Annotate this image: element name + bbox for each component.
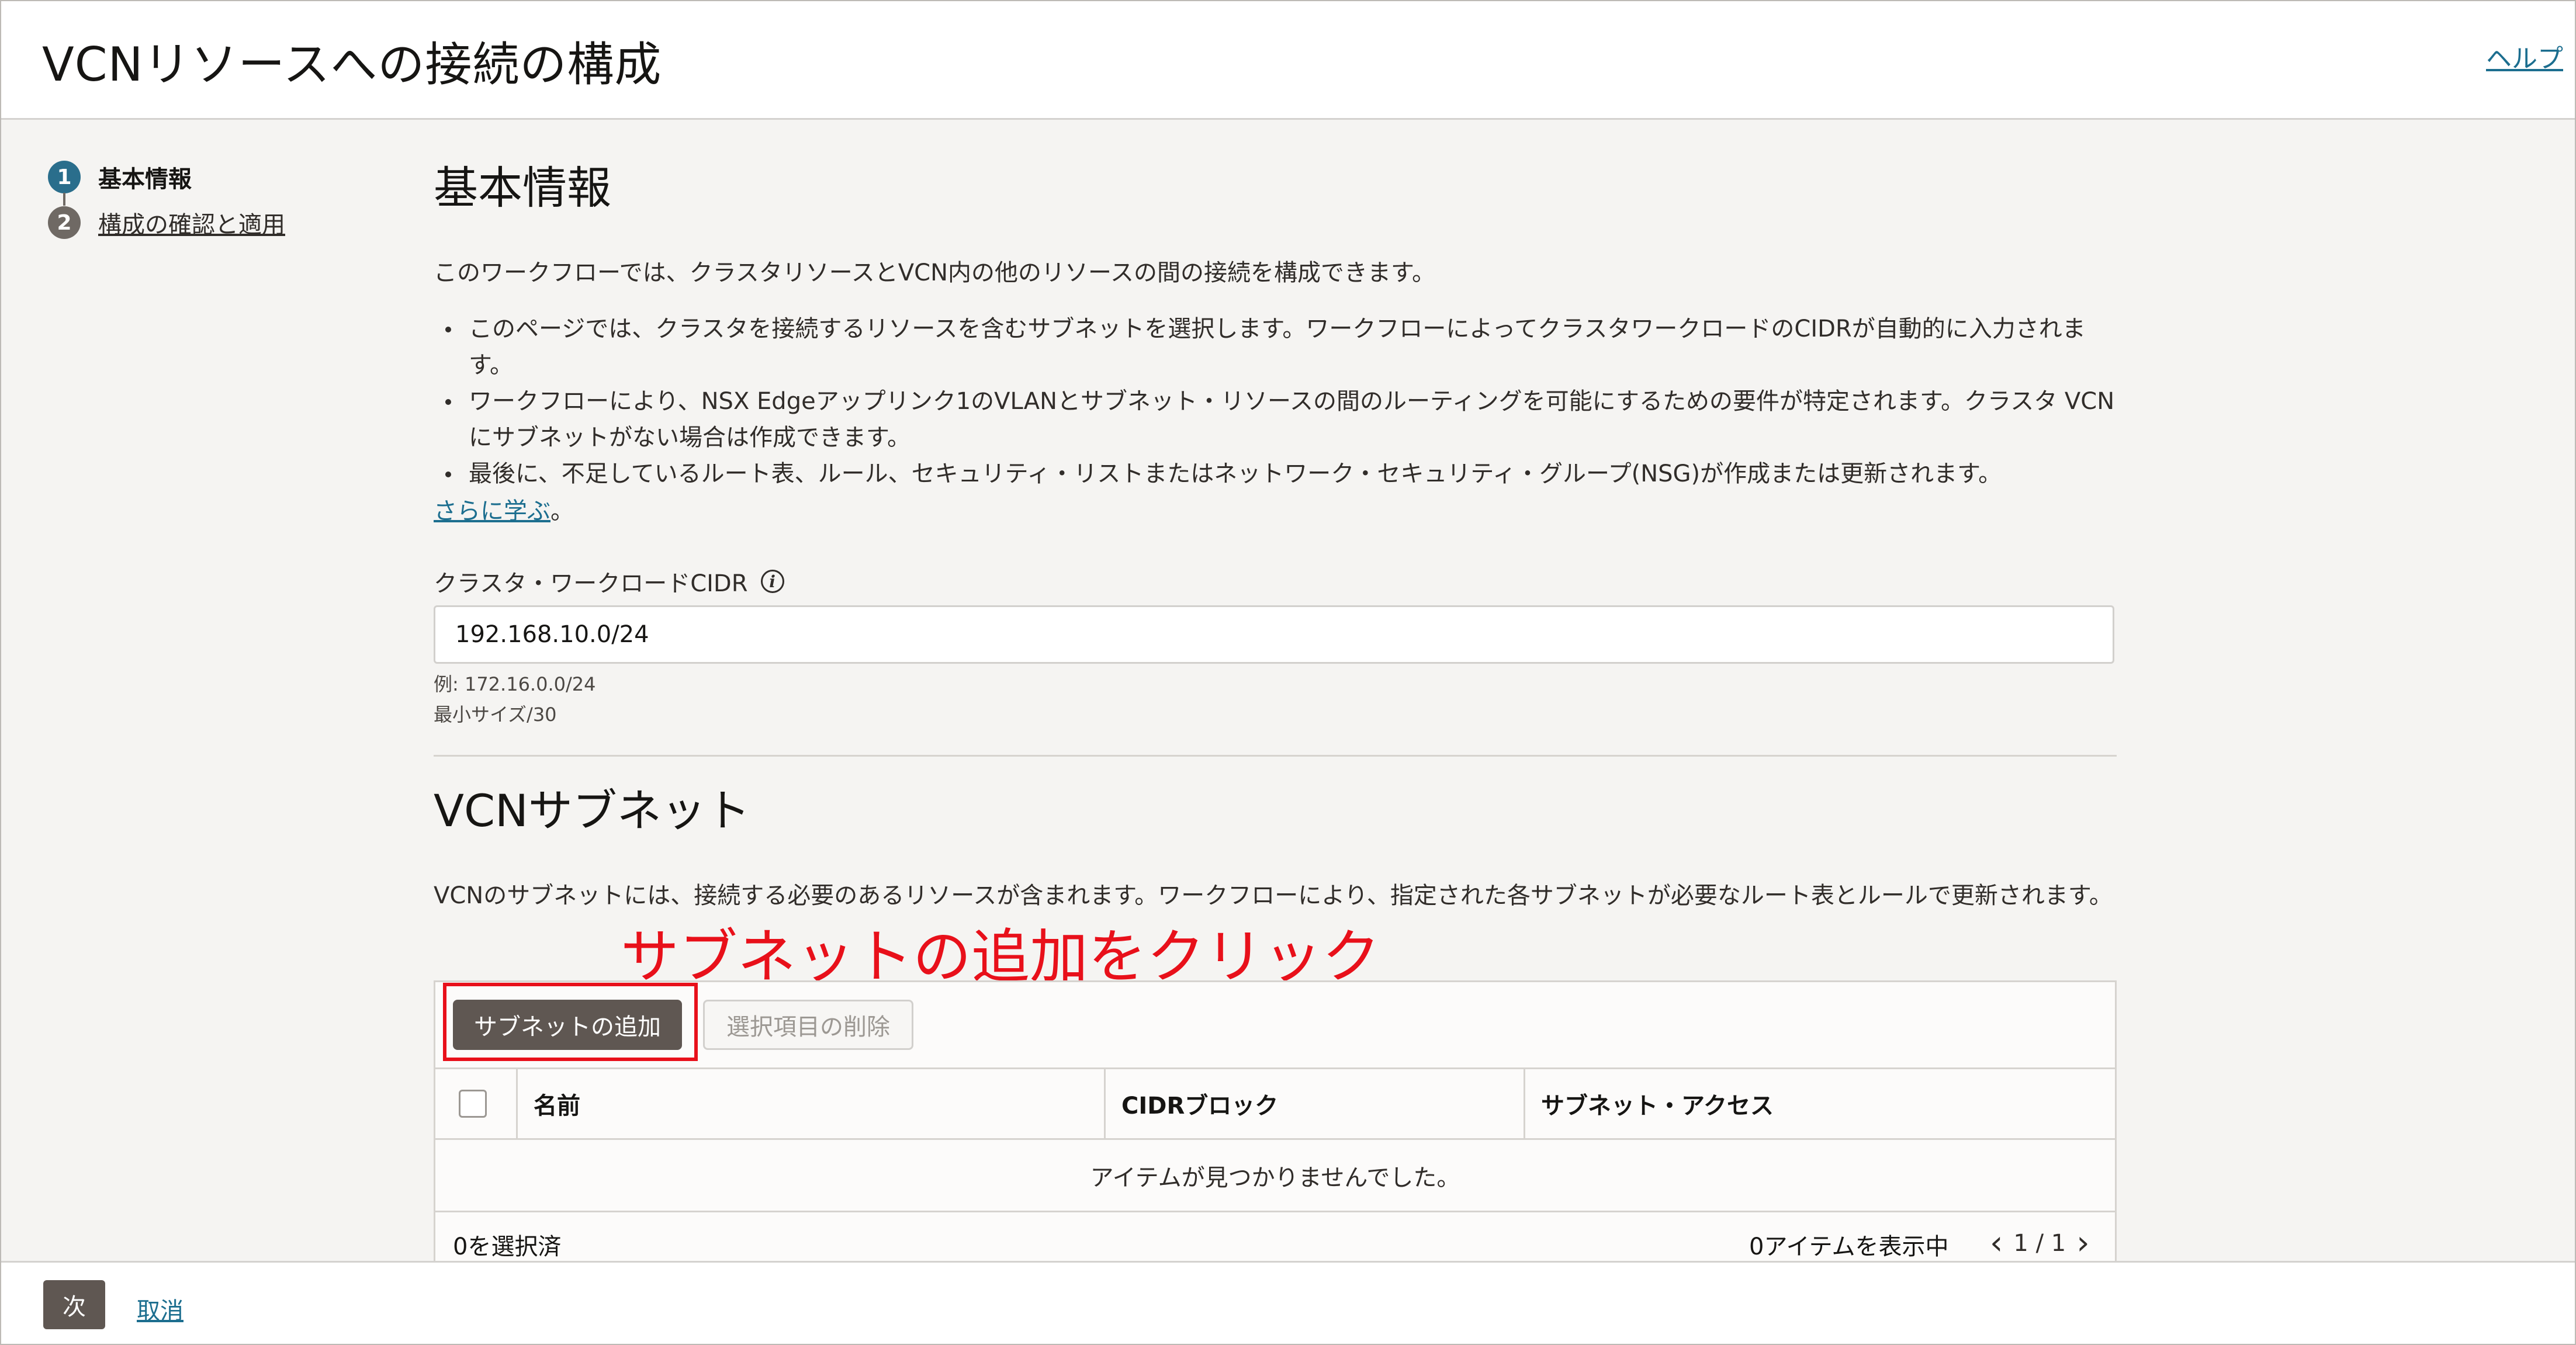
step-2-indicator: 2	[48, 206, 81, 239]
basic-info-heading: 基本情報	[434, 162, 611, 214]
step-review-apply[interactable]: 2 構成の確認と適用	[48, 200, 285, 245]
info-bullets: このページでは、クラスタを接続するリソースを含むサブネットを選択します。ワークフ…	[434, 311, 2128, 492]
step-1-label: 基本情報	[98, 166, 192, 193]
column-separator	[1104, 1069, 1106, 1138]
column-separator	[1524, 1069, 1525, 1138]
learn-more-suffix: 。	[550, 498, 574, 525]
select-all-checkbox[interactable]	[459, 1090, 487, 1118]
step-1-indicator: 1	[48, 161, 81, 193]
help-link[interactable]: ヘルプ	[2486, 37, 2563, 75]
cidr-input[interactable]	[434, 605, 2114, 664]
vcn-subnets-heading: VCNサブネット	[434, 785, 750, 837]
steps-nav: 1 基本情報 2 構成の確認と適用	[48, 154, 285, 245]
column-cidr-block[interactable]: CIDRブロック	[1121, 1069, 1278, 1138]
page-indicator: 1 / 1	[2013, 1230, 2066, 1257]
select-all-cell	[459, 1069, 494, 1138]
learn-more-line: さらに学ぶ。	[434, 493, 574, 529]
learn-more-link[interactable]: さらに学ぶ	[434, 498, 550, 525]
page-title: VCNリソースへの接続の構成	[42, 37, 662, 92]
empty-table-message: アイテムが見つかりませんでした。	[435, 1140, 2115, 1212]
items-shown: 0アイテムを表示中	[1749, 1233, 1949, 1260]
table-header: 名前 CIDRブロック サブネット・アクセス	[435, 1067, 2115, 1140]
column-subnet-access[interactable]: サブネット・アクセス	[1541, 1069, 1774, 1138]
selected-count: 0を選択済	[453, 1233, 562, 1260]
next-button[interactable]: 次	[43, 1280, 105, 1329]
step-basic-info[interactable]: 1 基本情報	[48, 154, 285, 206]
bullet-item: このページでは、クラスタを接続するリソースを含むサブネットを選択します。ワークフ…	[434, 311, 2128, 383]
intro-text: このワークフローでは、クラスタリソースとVCN内の他のリソースの間の接続を構成で…	[434, 259, 1436, 286]
chevron-right-icon[interactable]: ›	[2076, 1227, 2089, 1260]
chevron-left-icon[interactable]: ‹	[1990, 1227, 2003, 1260]
step-2-label[interactable]: 構成の確認と適用	[98, 206, 285, 240]
annotation-highlight-box	[443, 983, 698, 1061]
cidr-hint-min: 最小サイズ/30	[434, 703, 557, 726]
section-divider	[434, 755, 2117, 757]
delete-selected-button[interactable]: 選択項目の削除	[703, 1000, 913, 1050]
subnets-description: VCNのサブネットには、接続する必要のあるリソースが含まれます。ワークフローによ…	[434, 882, 2113, 909]
bullet-item: 最後に、不足しているルート表、ルール、セキュリティ・リストまたはネットワーク・セ…	[434, 456, 2128, 492]
cancel-link[interactable]: 取消	[137, 1292, 183, 1326]
column-name[interactable]: 名前	[534, 1069, 580, 1138]
bullet-item: ワークフローにより、NSX Edgeアップリンク1のVLANとサブネット・リソー…	[434, 383, 2128, 456]
info-icon[interactable]: i	[760, 570, 784, 593]
cidr-hint-example: 例: 172.16.0.0/24	[434, 673, 596, 695]
column-separator	[516, 1069, 518, 1138]
panel-header: VCNリソースへの接続の構成 ヘルプ	[1, 1, 2575, 120]
cidr-label-text: クラスタ・ワークロードCIDR	[434, 570, 748, 597]
panel-footer: 次 取消	[1, 1261, 2575, 1344]
workflow-panel: VCNリソースへの接続の構成 ヘルプ 1 基本情報 2 構成の確認と適用 基本情…	[0, 0, 2576, 1345]
cidr-field-label: クラスタ・ワークロードCIDR i	[434, 564, 784, 598]
pagination: ‹ 1 / 1 ›	[1990, 1227, 2090, 1260]
